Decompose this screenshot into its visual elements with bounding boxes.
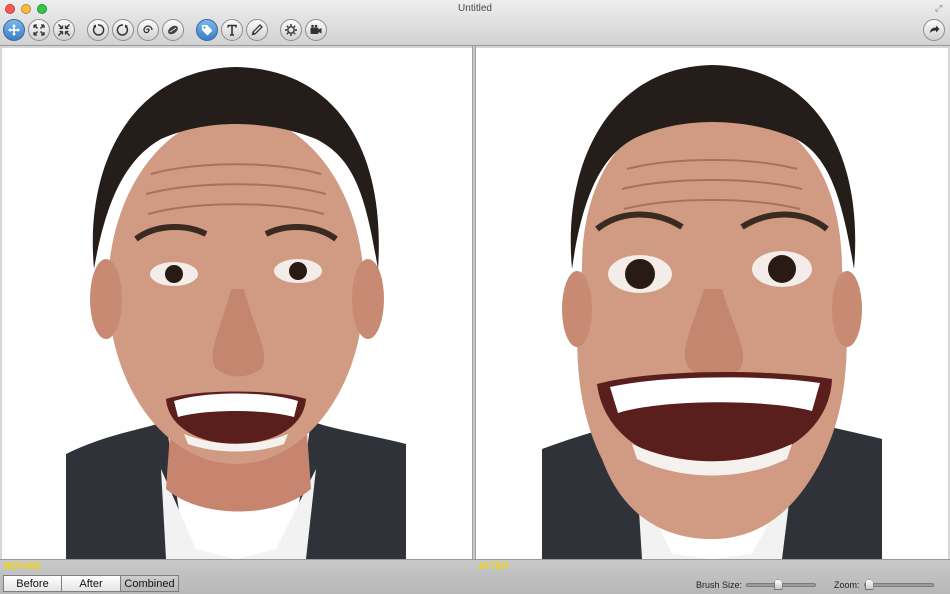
bottom-bar: BEFORE AFTER Before After Combined Brush… [0,559,950,594]
brush-size-label: Brush Size: [696,580,743,590]
move-icon [8,24,20,36]
smudge-icon [168,25,178,35]
before-photo [66,49,406,559]
settings-tool-button[interactable] [280,19,302,41]
after-panel[interactable] [476,48,948,559]
expand-icon [33,24,45,36]
tag-tool-button[interactable] [196,19,218,41]
brush-size-control: Brush Size: [696,579,817,590]
expand-tool-button[interactable] [28,19,50,41]
move-tool-button[interactable] [3,19,25,41]
combined-view-button[interactable]: Combined [121,575,179,592]
share-icon [930,25,940,33]
camera-tool-button[interactable] [305,19,327,41]
pencil-icon [251,24,263,36]
zoom-control: Zoom: [834,579,934,590]
rotate-left-tool-button[interactable] [87,19,109,41]
twirl-icon [143,25,153,34]
before-view-button[interactable]: Before [3,575,62,592]
smudge-tool-button[interactable] [162,19,184,41]
before-label: BEFORE [4,561,42,571]
rotate-right-icon [116,24,129,36]
after-photo [542,49,882,559]
zoom-slider[interactable] [863,579,934,590]
rotate-left-icon [92,24,105,36]
settings-icon [285,24,297,36]
after-view-button[interactable]: After [62,575,121,592]
title-bar: Untitled ⤢ [0,0,950,46]
brush-size-slider-thumb[interactable] [773,579,783,590]
pencil-tool-button[interactable] [246,19,268,41]
text-tool-button[interactable] [221,19,243,41]
before-panel[interactable] [2,48,472,559]
tag-icon [202,25,213,36]
camera-icon [310,24,322,34]
zoom-slider-thumb[interactable] [864,579,874,590]
window-title: Untitled [458,3,492,14]
shrink-tool-button[interactable] [53,19,75,41]
shrink-icon [57,23,71,37]
twirl-tool-button[interactable] [137,19,159,41]
zoom-label: Zoom: [834,580,860,590]
brush-size-slider[interactable] [746,579,817,590]
rotate-right-tool-button[interactable] [112,19,134,41]
share-tool-button[interactable] [923,19,945,41]
text-icon [227,24,237,36]
after-label: AFTER [478,561,508,571]
view-mode-segmented-control: Before After Combined [3,575,179,592]
fullscreen-icon[interactable]: ⤢ [935,3,945,13]
